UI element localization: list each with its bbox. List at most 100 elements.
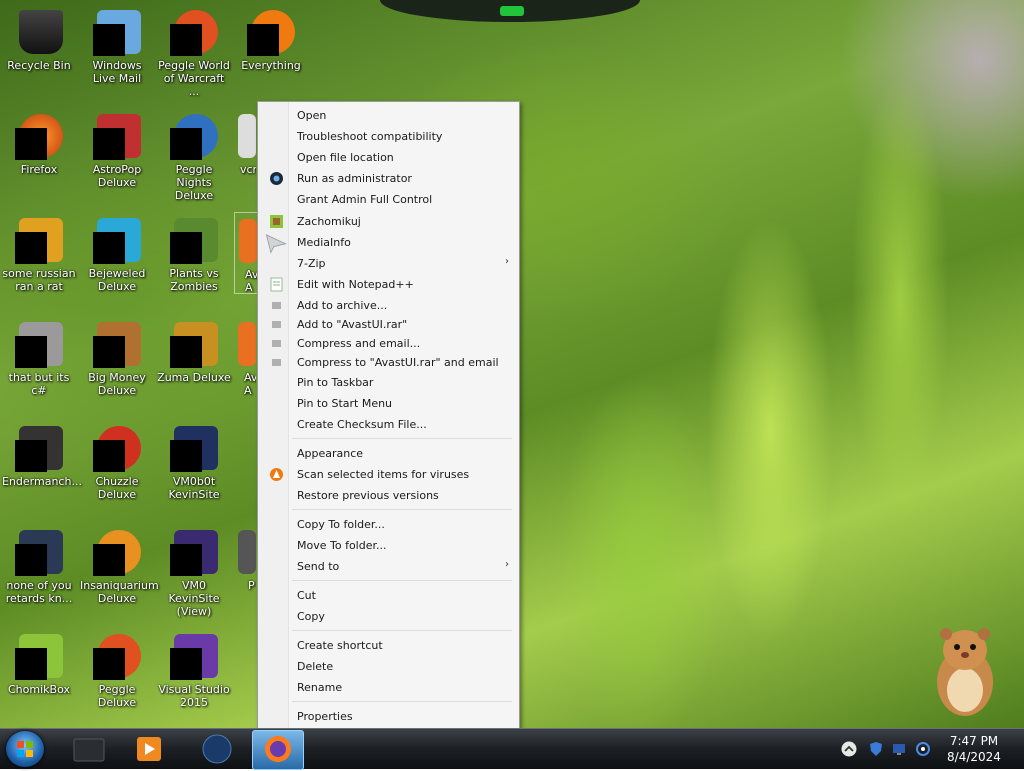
network-icon[interactable]	[891, 741, 907, 757]
menu-item-troubleshoot[interactable]: Troubleshoot compatibility	[260, 126, 517, 146]
desktop-icon-avast-selected[interactable]: Av A	[234, 212, 258, 294]
menu-item-label: Scan selected items for viruses	[297, 468, 470, 481]
menu-item-run-as-admin[interactable]: Run as administrator	[260, 168, 517, 188]
desktop-icon-chomikbox[interactable]: ChomikBox	[2, 628, 76, 724]
app-window-icon	[73, 738, 105, 762]
menu-separator	[292, 438, 512, 439]
desktop-icon-that-but-its-c[interactable]: that but its c#	[2, 316, 76, 412]
system-clock[interactable]: 7:47 PM 8/4/2024	[940, 733, 1008, 765]
chevron-up-icon[interactable]	[841, 741, 857, 757]
menu-item-add-to-rar[interactable]: Add to "AvastUI.rar"	[260, 314, 517, 333]
menu-item-label: Send to	[297, 560, 340, 573]
taskbar-app-media-player[interactable]	[122, 731, 176, 767]
menu-item-send-to[interactable]: Send to ›	[260, 556, 517, 576]
avast-icon	[235, 217, 257, 265]
menu-item-compress-rar-email[interactable]: Compress to "AvastUI.rar" and email	[260, 352, 517, 371]
desktop-icon-endermanch[interactable]: Endermanch...	[2, 420, 82, 516]
desktop-icon-vm0-kevinsite-view[interactable]: VM0 KevinSite (View)	[157, 524, 231, 620]
sync-icon[interactable]	[915, 741, 931, 757]
taskbar-app-1[interactable]	[62, 731, 116, 767]
desktop-icon-chuzzle[interactable]: Chuzzle Deluxe	[80, 420, 154, 516]
menu-item-delete[interactable]: Delete	[260, 656, 517, 676]
menu-item-move-to-folder[interactable]: Move To folder...	[260, 535, 517, 555]
desktop-icon-p[interactable]: P	[234, 524, 256, 620]
menu-item-add-to-archive[interactable]: Add to archive...	[260, 295, 517, 314]
vm-icon	[170, 528, 218, 576]
menu-item-mediainfo[interactable]: MediaInfo	[260, 232, 517, 254]
menu-item-restore-versions[interactable]: Restore previous versions	[260, 485, 517, 505]
desktop-icon-recycle-bin[interactable]: Recycle Bin	[2, 4, 76, 100]
desktop-icon-zuma[interactable]: Zuma Deluxe	[157, 316, 231, 412]
menu-item-cut[interactable]: Cut	[260, 585, 517, 605]
taskbar-app-firefox[interactable]	[252, 730, 304, 770]
desktop-icon-windows-live-mail[interactable]: Windows Live Mail	[80, 4, 154, 100]
menu-item-label: Compress to "AvastUI.rar" and email	[297, 356, 499, 369]
media-player-icon	[137, 737, 161, 761]
notch-gem-icon	[500, 6, 524, 16]
menu-item-scan-viruses[interactable]: Scan selected items for viruses	[260, 464, 517, 484]
avast-icon	[234, 320, 256, 368]
desktop-icon-everything[interactable]: Everything	[234, 4, 308, 100]
shield-icon[interactable]	[868, 741, 884, 757]
desktop-icon-peggle-wow[interactable]: Peggle World of Warcraft ...	[157, 4, 231, 100]
firefox-icon	[265, 736, 291, 762]
menu-item-properties[interactable]: Properties	[260, 706, 517, 726]
taskbar: 7:47 PM 8/4/2024	[0, 728, 1024, 770]
menu-item-open-file-location[interactable]: Open file location	[260, 147, 517, 167]
chevron-right-icon: ›	[505, 559, 509, 570]
menu-item-create-checksum[interactable]: Create Checksum File...	[260, 414, 517, 434]
menu-item-label: Open file location	[297, 151, 394, 164]
desktop-icon-some-russian[interactable]: some russian ran a rat	[2, 212, 76, 308]
file-icon	[15, 320, 63, 368]
desktop-icon-insaniquarium[interactable]: Insaniquarium Deluxe	[80, 524, 159, 620]
desktop-icon-avast-2[interactable]: Av A	[234, 316, 256, 412]
archive-icon	[272, 321, 281, 328]
menu-item-create-shortcut[interactable]: Create shortcut	[260, 635, 517, 655]
menu-item-pin-taskbar[interactable]: Pin to Taskbar	[260, 372, 517, 392]
desktop-icon-label: Peggle Deluxe	[97, 683, 137, 709]
context-menu[interactable]: Open Troubleshoot compatibility Open fil…	[257, 101, 520, 729]
desktop-icon-vcre[interactable]: vcre	[234, 108, 256, 204]
chomikuj-icon	[270, 215, 283, 228]
avast-icon	[270, 468, 283, 481]
desktop-icon-firefox[interactable]: Firefox	[2, 108, 76, 204]
desktop-icon-big-money[interactable]: Big Money Deluxe	[80, 316, 154, 412]
menu-item-copy-to-folder[interactable]: Copy To folder...	[260, 514, 517, 534]
menu-item-notepad[interactable]: Edit with Notepad++	[260, 274, 517, 294]
menu-item-copy[interactable]: Copy	[260, 606, 517, 626]
archive-icon	[272, 340, 281, 347]
menu-item-pin-start[interactable]: Pin to Start Menu	[260, 393, 517, 413]
desktop-icon-label: Insaniquarium Deluxe	[80, 579, 159, 605]
menu-item-label: Create shortcut	[297, 639, 383, 652]
chevron-right-icon: ›	[505, 256, 509, 267]
menu-item-label: Compress and email...	[297, 337, 421, 350]
menu-item-7zip[interactable]: 7-Zip ›	[260, 253, 517, 273]
visual-studio-icon	[170, 632, 218, 680]
menu-item-compress-email[interactable]: Compress and email...	[260, 333, 517, 352]
desktop-icon-astropop[interactable]: AstroPop Deluxe	[80, 108, 154, 204]
menu-item-grant-admin[interactable]: Grant Admin Full Control	[260, 189, 517, 209]
desktop-icon-plants-vs-zombies[interactable]: Plants vs Zombies	[157, 212, 231, 308]
desktop-icon-label: Endermanch...	[2, 475, 82, 488]
taskbar-app-3[interactable]	[190, 731, 244, 767]
desktop-icon-peggle-deluxe[interactable]: Peggle Deluxe	[80, 628, 154, 724]
desktop-icon-bejeweled[interactable]: Bejeweled Deluxe	[80, 212, 154, 308]
menu-item-appearance[interactable]: Appearance	[260, 443, 517, 463]
start-button[interactable]	[6, 731, 44, 767]
menu-separator	[292, 701, 512, 702]
menu-item-rename[interactable]: Rename	[260, 677, 517, 697]
file-icon	[15, 528, 63, 576]
menu-item-label: Appearance	[297, 447, 364, 460]
desktop-icon-peggle-nights[interactable]: Peggle Nights Deluxe	[157, 108, 231, 204]
desktop-icon-vm0b0t-kevinsite[interactable]: VM0b0t KevinSite	[157, 420, 231, 516]
archive-icon	[272, 302, 281, 309]
menu-separator	[292, 509, 512, 510]
desktop-icon-label: that but its c#	[8, 371, 70, 397]
firefox-icon	[15, 112, 63, 160]
desktop-icon-visual-studio[interactable]: Visual Studio 2015	[157, 628, 231, 724]
hamster-mascot-image	[937, 628, 993, 716]
menu-item-zachomikuj[interactable]: Zachomikuj	[260, 211, 517, 231]
menu-item-open[interactable]: Open	[260, 105, 517, 125]
desktop-icon-none-of-you[interactable]: none of you retards kn...	[2, 524, 76, 620]
menu-item-label: Delete	[297, 660, 334, 673]
